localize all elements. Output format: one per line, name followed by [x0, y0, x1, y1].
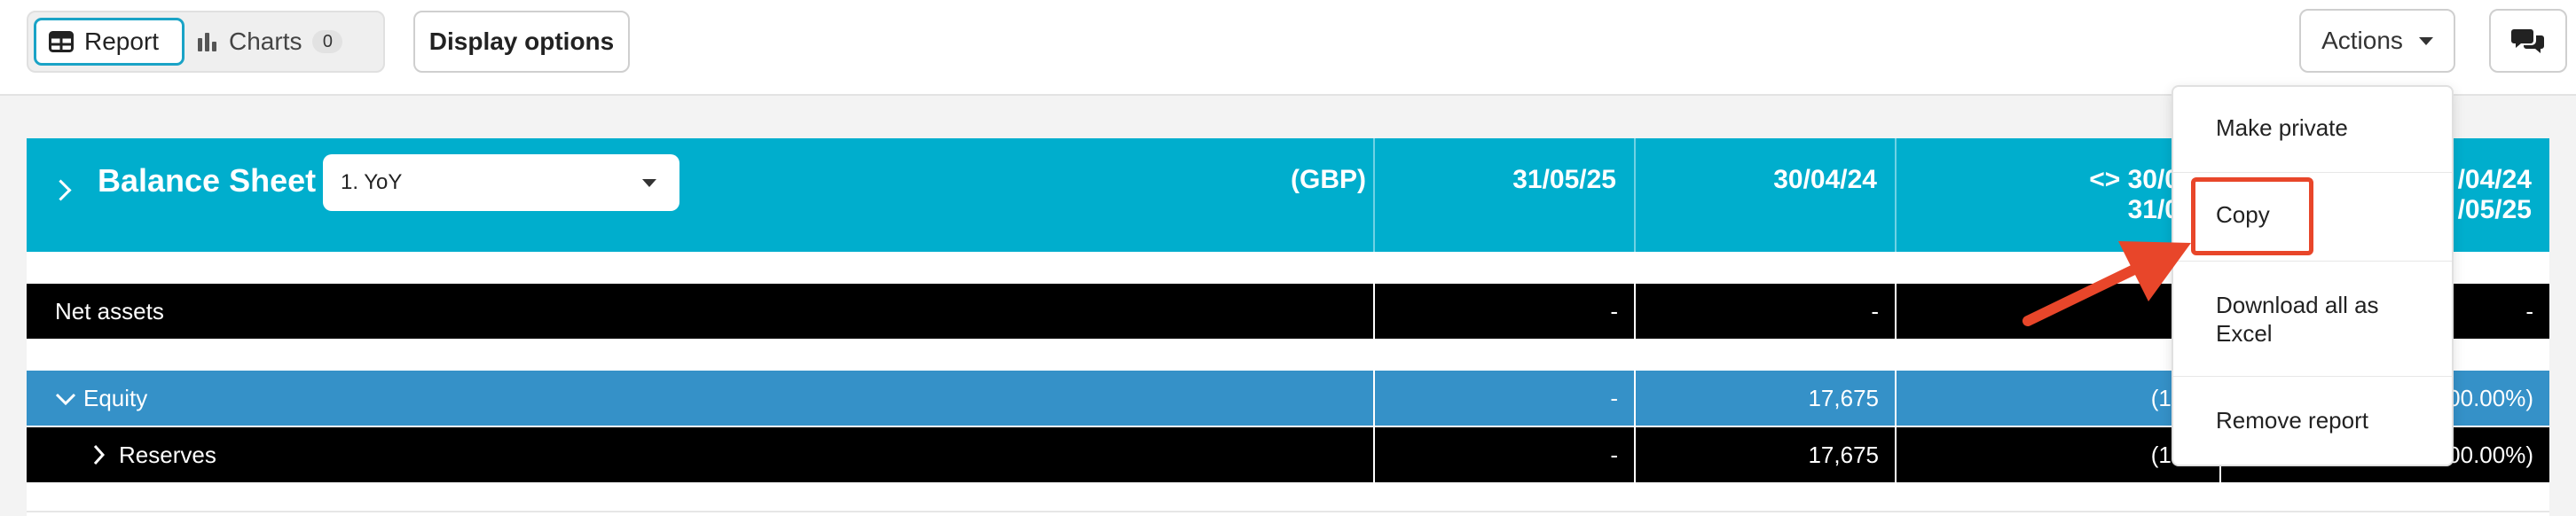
- bar-chart-icon: [198, 33, 216, 51]
- tab-charts-label: Charts: [229, 27, 302, 55]
- table-bottom-divider: [27, 511, 2549, 512]
- menu-divider: [2173, 376, 2452, 377]
- comments-button[interactable]: [2489, 9, 2567, 73]
- column-header: 31/05/25: [1373, 138, 1634, 252]
- chevron-down-icon[interactable]: [55, 392, 76, 406]
- column-header: 30/04/24: [1634, 138, 1895, 252]
- table-cell: -: [1373, 284, 1634, 339]
- table-cell: 17,675: [1634, 427, 1895, 482]
- actions-dropdown-menu: Make private Copy Download all as Excel …: [2172, 85, 2454, 466]
- view-toggle: Report Charts 0: [27, 11, 385, 73]
- row-label: Reserves: [119, 442, 216, 468]
- table-icon: [49, 31, 74, 52]
- chat-bubbles-icon: [2511, 29, 2544, 53]
- table-cell: -: [1373, 371, 1634, 426]
- actions-label: Actions: [2321, 27, 2403, 54]
- expand-chevron-icon[interactable]: [50, 179, 72, 201]
- chevron-right-icon[interactable]: [92, 444, 105, 465]
- menu-item-label: Download all as: [2216, 292, 2379, 318]
- column-header-label: 30/04/24: [1773, 165, 1877, 194]
- tab-report-label: Report: [84, 27, 160, 55]
- menu-divider: [2173, 261, 2452, 262]
- annotation-arrow-icon: [2022, 241, 2191, 326]
- comparison-select[interactable]: 1. YoY: [323, 154, 679, 211]
- column-header-label: 31/05/25: [1512, 165, 1616, 194]
- tab-report[interactable]: Report: [34, 18, 185, 66]
- row-label: Net assets: [55, 298, 164, 324]
- comparison-select-value: 1. YoY: [341, 170, 403, 194]
- top-toolbar: Report Charts 0 Display options Actions: [0, 0, 2576, 96]
- tab-charts[interactable]: Charts 0: [197, 18, 343, 66]
- charts-count-badge: 0: [312, 30, 343, 53]
- table-cell: -: [1373, 427, 1634, 482]
- table-cell: -: [1634, 284, 1895, 339]
- caret-down-icon: [642, 178, 656, 187]
- display-options-button[interactable]: Display options: [413, 11, 630, 73]
- highlight-box: [2191, 177, 2313, 255]
- menu-divider: [2173, 172, 2452, 173]
- row-label: Equity: [83, 385, 148, 411]
- menu-item-remove-report[interactable]: Remove report: [2216, 406, 2368, 434]
- column-header-label: <> 30/04/: [2089, 165, 2202, 194]
- actions-button[interactable]: Actions: [2299, 9, 2455, 73]
- menu-item-download-excel[interactable]: Download all as Excel: [2216, 291, 2379, 348]
- currency-label: (GBP): [1291, 165, 1366, 194]
- menu-item-label: Excel: [2216, 320, 2273, 347]
- table-cell: 17,675: [1634, 371, 1895, 426]
- caret-down-icon: [2418, 36, 2433, 45]
- menu-item-make-private[interactable]: Make private: [2216, 113, 2348, 142]
- column-header-label: 31/05/: [2127, 195, 2202, 224]
- report-title: Balance Sheet: [98, 162, 317, 199]
